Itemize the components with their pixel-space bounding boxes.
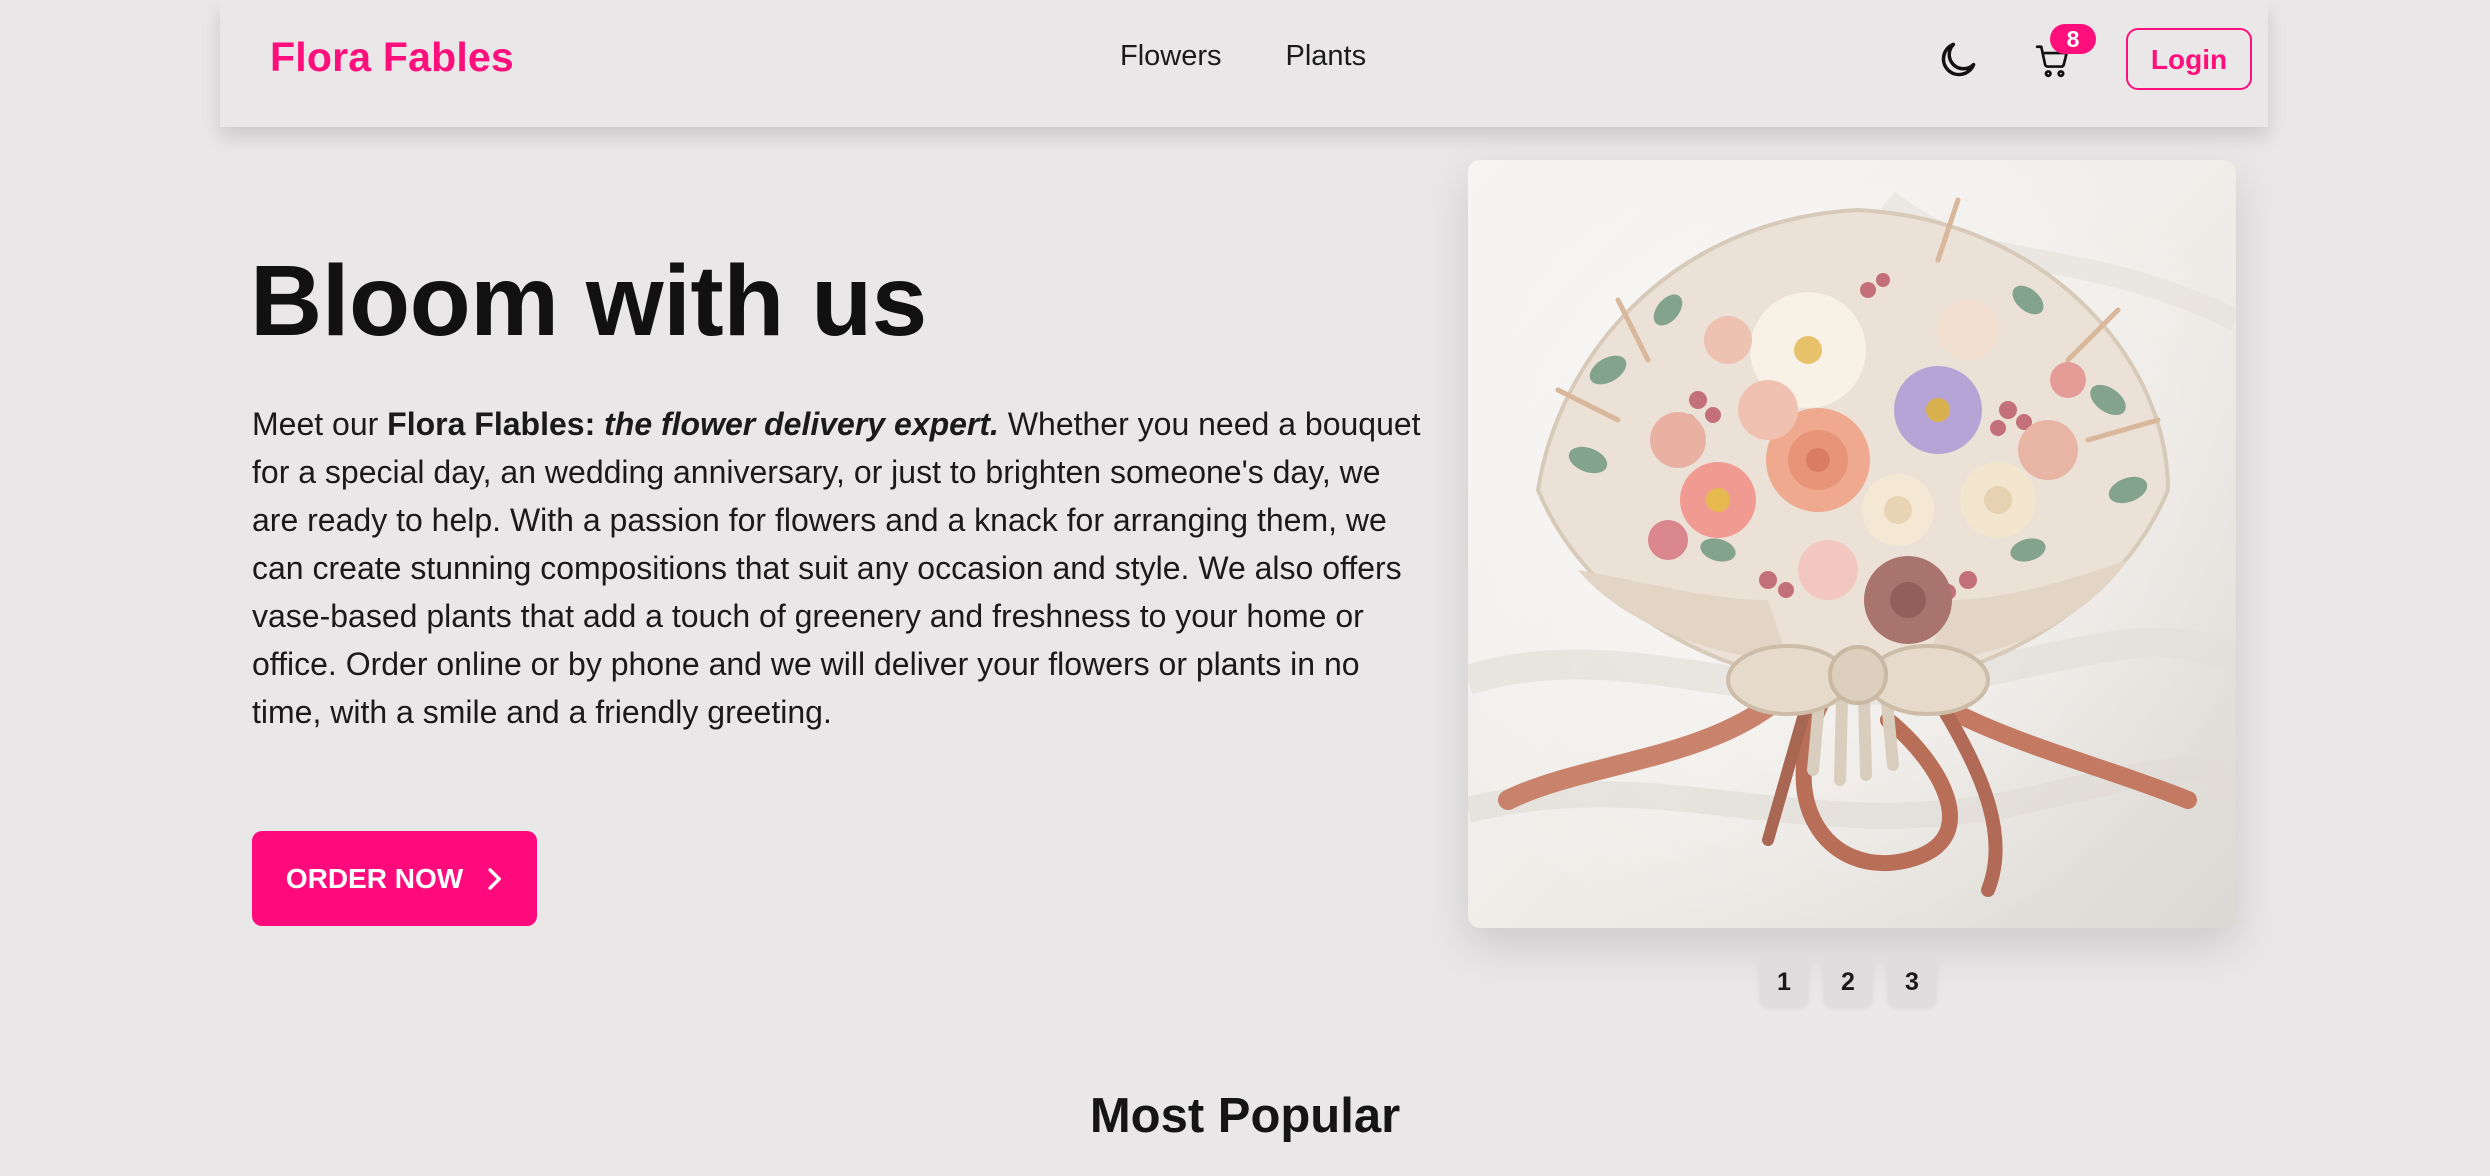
carousel-pagination: 1 2 3 — [1760, 958, 1936, 1006]
hero-intro-prefix: Meet our — [252, 406, 388, 442]
most-popular-heading: Most Popular — [1089, 1089, 1401, 1143]
chevron-right-icon — [488, 867, 502, 890]
carousel-image — [1468, 160, 2236, 928]
hero-intro-brand: Flora Flables: — [387, 406, 596, 442]
order-now-label: ORDER NOW — [285, 862, 464, 894]
brand-logo[interactable]: Flora Fables — [270, 34, 514, 81]
hero-intro-tagline: the flower delivery expert. — [604, 406, 999, 442]
hero-title: Bloom with us — [250, 245, 927, 357]
nav-link-plants[interactable]: Plants — [1286, 40, 1367, 73]
carousel-page-2[interactable]: 2 — [1824, 958, 1872, 1006]
login-button[interactable]: Login — [2126, 28, 2252, 90]
carousel-page-1[interactable]: 1 — [1760, 958, 1808, 1006]
navbar: Flora Fables Flowers Plants 8 Login — [220, 0, 2268, 127]
carousel-page-3[interactable]: 3 — [1888, 958, 1936, 1006]
cart-count-badge: 8 — [2050, 24, 2096, 54]
theme-toggle-button[interactable] — [1932, 34, 1984, 86]
order-now-button[interactable]: ORDER NOW — [252, 831, 537, 926]
cart-button[interactable]: 8 — [2028, 24, 2096, 88]
hero-body: Whether you need a bouquet for a special… — [252, 406, 1421, 730]
moon-icon — [1941, 42, 1976, 77]
bouquet-image — [1468, 160, 2236, 928]
hero-description: Meet our Flora Flables: the flower deliv… — [252, 400, 1432, 736]
nav-links: Flowers Plants — [1120, 40, 1366, 73]
nav-link-flowers[interactable]: Flowers — [1120, 40, 1222, 73]
